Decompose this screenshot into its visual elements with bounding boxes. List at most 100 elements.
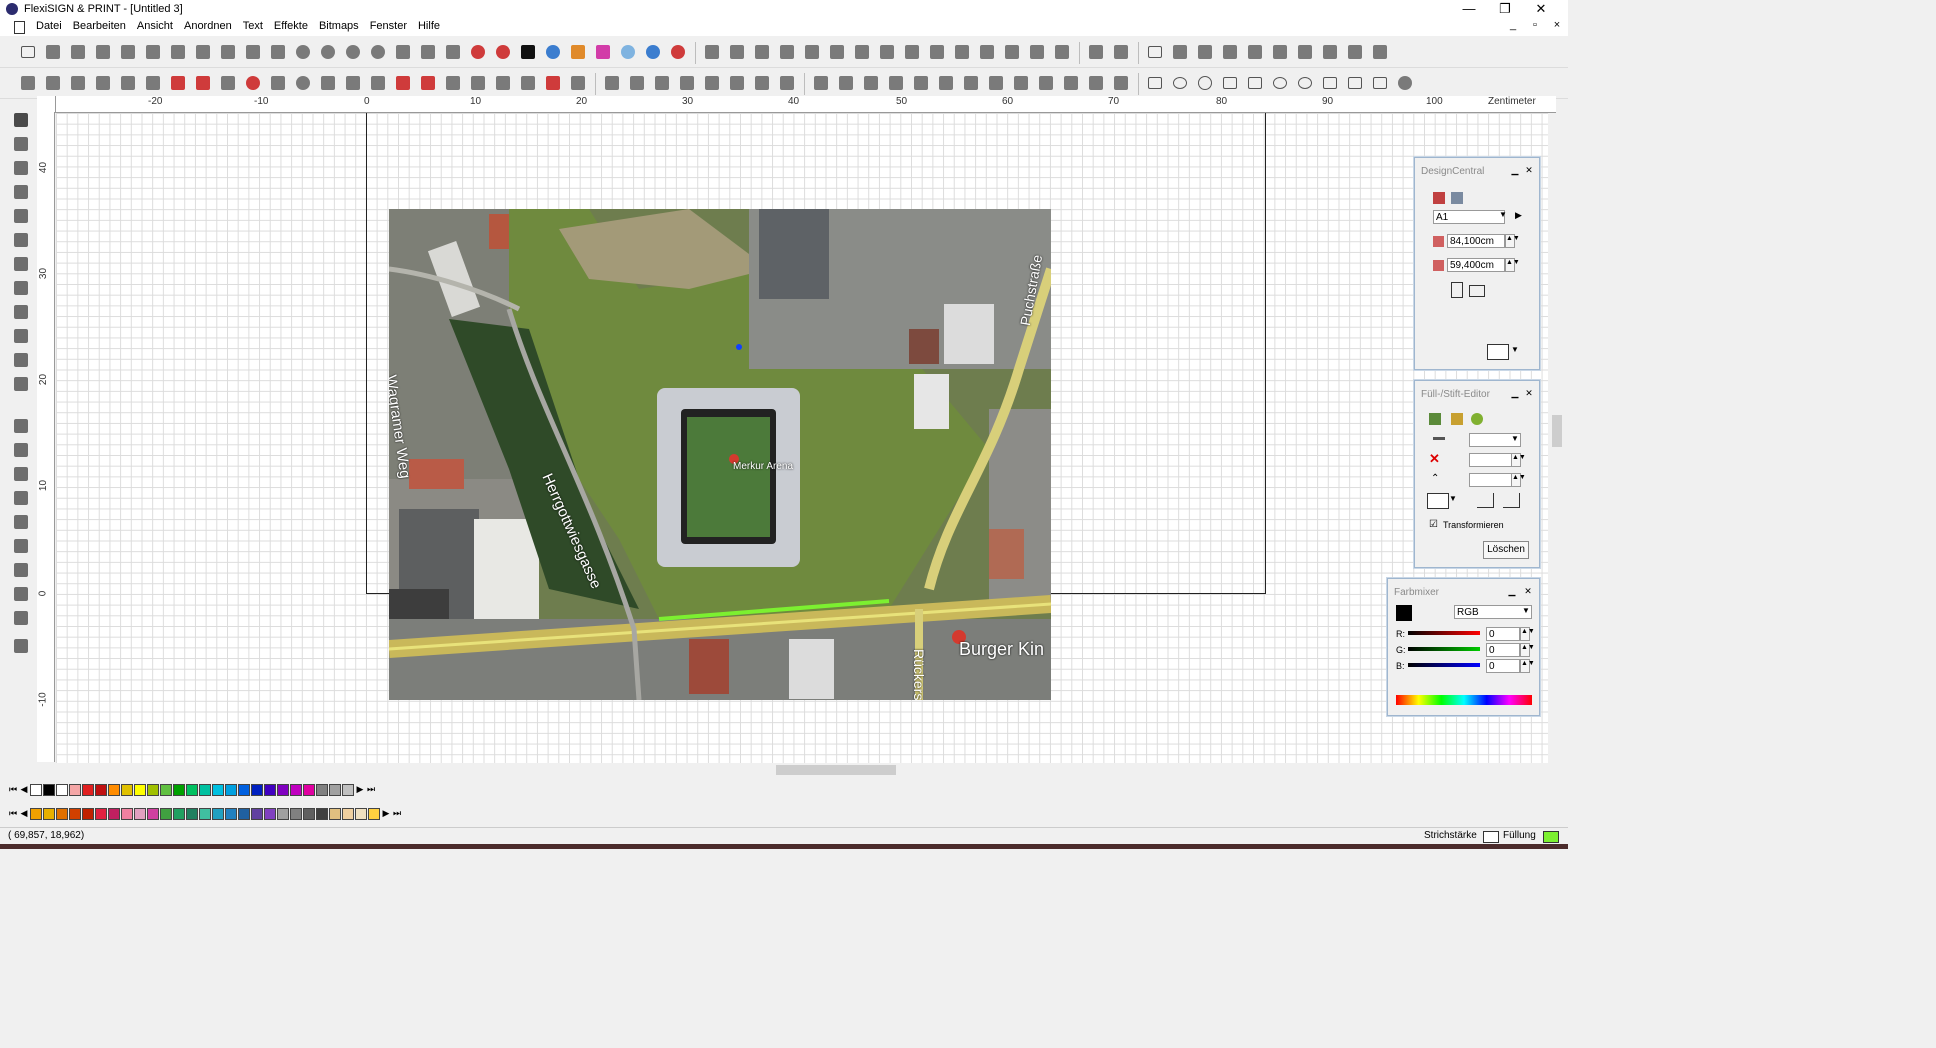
color-model-select[interactable]: RGB <box>1454 605 1532 619</box>
blue-value-field[interactable]: 0 <box>1486 659 1520 673</box>
same-height-icon[interactable] <box>1027 42 1047 62</box>
arrange-6-icon[interactable] <box>936 73 956 93</box>
mdi-restore-button[interactable]: ▫ <box>1524 19 1546 31</box>
fill-effect-icon[interactable] <box>1471 413 1483 425</box>
import-icon[interactable] <box>393 42 413 62</box>
color-swatch[interactable] <box>121 784 133 796</box>
arrange-9-icon[interactable] <box>1011 73 1031 93</box>
arrow-shape-icon[interactable] <box>1320 73 1340 93</box>
ruler-origin[interactable] <box>37 96 56 113</box>
same-size-icon[interactable] <box>1052 42 1072 62</box>
stroke-width-field[interactable] <box>1469 453 1513 467</box>
corner-icon[interactable] <box>118 73 138 93</box>
arrange-4-icon[interactable] <box>886 73 906 93</box>
settings-tab-icon[interactable] <box>1451 192 1463 204</box>
color-swatch[interactable] <box>368 808 380 820</box>
stamp-icon[interactable] <box>1345 42 1365 62</box>
circle-icon[interactable] <box>1195 73 1215 93</box>
color-swatch[interactable] <box>238 808 250 820</box>
star-icon[interactable] <box>1245 73 1265 93</box>
mdi-minimize-button[interactable]: _ <box>1502 19 1524 31</box>
palette-prev-icon[interactable]: ◀ <box>19 806 29 820</box>
delete-button[interactable]: Löschen <box>1483 541 1529 559</box>
color-swatch[interactable] <box>303 808 315 820</box>
panel-close-button[interactable]: ✕ <box>1523 387 1535 399</box>
red-spinner[interactable]: ▲▼ <box>1520 627 1535 641</box>
node-add-icon[interactable] <box>418 73 438 93</box>
stroke-pen-icon[interactable] <box>1451 413 1463 425</box>
panel-close-button[interactable]: ✕ <box>1522 585 1534 597</box>
hand-pan-icon[interactable] <box>11 608 31 628</box>
cube-icon[interactable] <box>1370 73 1390 93</box>
document-icon[interactable] <box>14 21 25 34</box>
red-slider[interactable] <box>1408 631 1480 635</box>
bezier-icon[interactable] <box>18 73 38 93</box>
ellipse-icon[interactable] <box>1170 73 1190 93</box>
color-swatch[interactable] <box>316 808 328 820</box>
color-globe-icon[interactable] <box>543 42 563 62</box>
dropdown-arrow-icon[interactable]: ▼ <box>1522 606 1530 615</box>
color-swatch[interactable] <box>212 808 224 820</box>
dropdown-arrow-icon[interactable]: ▼ <box>1449 494 1457 503</box>
menu-fenster[interactable]: Fenster <box>370 20 407 32</box>
arrange-8-icon[interactable] <box>986 73 1006 93</box>
no-fill-swatch-icon[interactable] <box>1487 344 1509 360</box>
zoom-tool-icon[interactable] <box>11 416 31 436</box>
text-tool-icon[interactable] <box>11 134 31 154</box>
blue-slider[interactable] <box>1408 663 1480 667</box>
undo-list-icon[interactable] <box>318 42 338 62</box>
horizontal-ruler[interactable]: -20 -10 0 10 20 30 40 50 60 70 80 90 100… <box>56 96 1556 113</box>
align-center-h-icon[interactable] <box>802 42 822 62</box>
bezier-tool-icon[interactable] <box>11 206 31 226</box>
pen-tool-icon[interactable] <box>11 158 31 178</box>
next-arrow-icon[interactable]: ▶ <box>1515 210 1522 221</box>
color-swatch[interactable] <box>186 808 198 820</box>
rectangle-tool-icon[interactable] <box>11 182 31 202</box>
align-left-icon[interactable] <box>702 42 722 62</box>
line-icon[interactable] <box>93 73 113 93</box>
align-right-icon[interactable] <box>727 42 747 62</box>
page-tab-icon[interactable] <box>1433 192 1445 204</box>
scan-icon[interactable] <box>443 42 463 62</box>
paint-tool-icon[interactable] <box>11 374 31 394</box>
no-color-swatch[interactable] <box>30 784 42 796</box>
red-value-field[interactable]: 0 <box>1486 627 1520 641</box>
arch-icon[interactable] <box>218 73 238 93</box>
transform-checkbox[interactable]: ☑ <box>1429 519 1438 530</box>
color-swatch[interactable] <box>199 784 211 796</box>
fill-tool-icon[interactable] <box>11 278 31 298</box>
magic-wand-icon[interactable] <box>1195 42 1215 62</box>
bitmap-tool-icon[interactable] <box>11 302 31 322</box>
send-icon[interactable] <box>193 42 213 62</box>
undo-icon[interactable] <box>293 42 313 62</box>
dropdown-arrow-icon[interactable]: ▼ <box>1511 434 1519 443</box>
node-edit-icon[interactable] <box>1220 42 1240 62</box>
miter-field[interactable] <box>1469 473 1513 487</box>
align-top-icon[interactable] <box>752 42 772 62</box>
color-swatch[interactable] <box>95 808 107 820</box>
menu-hilfe[interactable]: Hilfe <box>418 20 440 32</box>
zoom-actual-icon[interactable] <box>11 584 31 604</box>
palette-first-icon[interactable]: ⏮ <box>8 782 18 796</box>
menu-text[interactable]: Text <box>243 20 263 32</box>
green-spinner[interactable]: ▲▼ <box>1520 643 1535 657</box>
dimension-angle-icon[interactable] <box>702 73 722 93</box>
cloud-upload-icon[interactable] <box>643 42 663 62</box>
save-icon[interactable] <box>68 42 88 62</box>
knife-icon[interactable] <box>1245 42 1265 62</box>
distort-icon[interactable] <box>268 73 288 93</box>
fill-bucket-icon[interactable] <box>1429 413 1441 425</box>
width-spinner[interactable]: ▲▼ <box>1505 234 1520 248</box>
color-swatch[interactable] <box>108 808 120 820</box>
panel-minimize-button[interactable]: ▁ <box>1506 585 1518 597</box>
arrange-7-icon[interactable] <box>961 73 981 93</box>
zoom-page-icon[interactable] <box>11 464 31 484</box>
color-swatch[interactable] <box>342 784 354 796</box>
stroke-width-spinner[interactable]: ▲▼ <box>1511 453 1526 467</box>
dimension-h-icon[interactable] <box>627 73 647 93</box>
dropdown-arrow-icon[interactable]: ▼ <box>1511 345 1519 354</box>
brush-icon[interactable] <box>1270 42 1290 62</box>
curve-icon[interactable] <box>43 73 63 93</box>
color-swatch[interactable] <box>160 784 172 796</box>
color-swatch[interactable] <box>277 808 289 820</box>
